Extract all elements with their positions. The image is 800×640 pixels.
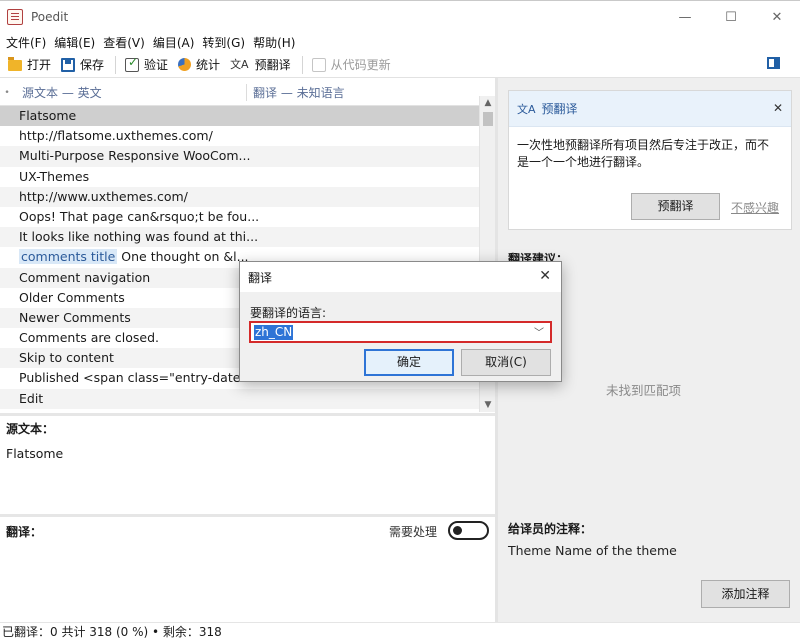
dialog-close-icon[interactable]: ✕ [539,268,551,284]
update-from-code-button[interactable]: 从代码更新 [308,54,395,76]
list-item[interactable]: It looks like nothing was found at thi..… [0,227,480,248]
list-item-text: One thought on &l... [121,249,249,265]
cancel-button[interactable]: 取消(C) [461,349,551,376]
list-item[interactable]: http://flatsome.uxthemes.com/ [0,126,480,146]
context-tag: comments title [19,249,118,265]
pane-divider[interactable] [0,413,495,416]
menu-view[interactable]: 查看(V) [101,34,151,51]
pretranslate-button[interactable]: 文A 预翻译 [226,54,295,76]
maximize-button[interactable]: ☐ [708,1,754,33]
close-icon[interactable]: ✕ [773,101,783,115]
pie-chart-icon [178,58,192,71]
language-value: zh_CN [254,325,294,340]
menu-catalog[interactable]: 编目(A) [151,34,201,51]
list-item[interactable]: UX-Themes [0,167,480,187]
ok-button[interactable]: 确定 [364,349,454,376]
pane-divider[interactable] [0,514,495,517]
notes-text: Theme Name of the theme [508,543,677,558]
translate-icon: 文A [230,57,249,71]
list-header: • 源文本 — 英文 翻译 — 未知语言 [0,80,495,106]
column-source[interactable]: 源文本 — 英文 [14,84,246,101]
column-marker: • [4,87,10,98]
toolbar-separator [301,55,303,74]
language-select[interactable]: zh_CN ﹀ [249,321,552,343]
translation-label: 翻译： [6,525,43,539]
scroll-thumb[interactable] [483,112,493,126]
minimize-button[interactable]: — [662,1,708,33]
dialog-body: 要翻译的语言: zh_CN ﹀ 确定 取消(C) [240,292,561,381]
translate-dialog: 翻译 ✕ 要翻译的语言: zh_CN ﹀ 确定 取消(C) [239,261,562,382]
toolbar: 打开 保存 验证 统计 文A 预翻译 从代码更新 [0,52,800,78]
update-from-code-label: 从代码更新 [330,58,391,72]
pretranslate-description-line: 一次性地预翻译所有项目然后专注于改正，而不 [517,138,770,152]
chevron-down-icon: ﹀ [534,328,544,339]
title-bar: Poedit — ☐ ✕ [0,0,800,32]
list-item[interactable]: Multi-Purpose Responsive WooCom... [0,146,480,167]
status-bar: 已翻译：0 共计 318 (0 %) • 剩余：318 [0,622,800,640]
poedit-app-icon [7,8,23,25]
scroll-down-icon[interactable]: ▼ [480,398,496,412]
validate-button[interactable]: 验证 [121,54,172,76]
pretranslate-label: 预翻译 [254,58,291,72]
translate-icon: 文A [517,102,536,116]
list-item[interactable]: Flatsome [0,106,480,127]
pretranslate-card-button[interactable]: 预翻译 [631,193,720,220]
checkbox-icon [125,55,140,72]
list-item[interactable]: Edit [0,388,480,409]
pretranslate-description-line: 是一个一个地进行翻译。 [517,155,650,169]
dialog-title: 翻译 [248,270,273,285]
menu-goto[interactable]: 转到(G) [200,34,251,51]
statistics-button[interactable]: 统计 [174,54,224,76]
toolbar-separator [115,55,117,74]
save-label: 保存 [80,58,105,72]
floppy-disk-icon [61,57,76,72]
refresh-icon [311,57,326,72]
sidebar-toggle-icon[interactable] [767,57,780,69]
source-label: 源文本： [6,422,55,436]
validate-label: 验证 [144,58,169,72]
list-item[interactable]: Oops! That page can&rsquo;t be fou... [0,207,480,227]
open-button[interactable]: 打开 [4,54,55,76]
no-match-text: 未找到匹配项 [606,383,682,398]
scroll-up-icon[interactable]: ▲ [480,96,496,110]
menu-bar: 文件(F) 编辑(E) 查看(V) 编目(A) 转到(G) 帮助(H) [0,32,800,52]
pretranslate-description: 一次性地预翻译所有项目然后专注于改正，而不 是一个一个地进行翻译。 [509,127,791,171]
source-text: Flatsome [6,446,64,461]
language-label: 要翻译的语言: [250,306,327,320]
statistics-label: 统计 [196,58,221,72]
menu-help[interactable]: 帮助(H) [251,34,301,51]
not-interested-link[interactable]: 不感兴趣 [731,199,779,216]
add-comment-button[interactable]: 添加注释 [701,580,790,608]
window-title: Poedit [31,9,69,24]
save-button[interactable]: 保存 [57,54,108,76]
list-item[interactable]: http://www.uxthemes.com/ [0,186,480,207]
window-controls: — ☐ ✕ [662,1,800,33]
column-translation[interactable]: 翻译 — 未知语言 [246,84,345,101]
folder-icon [8,57,22,71]
needs-work-toggle[interactable] [448,521,489,540]
notes-label: 给译员的注释： [508,522,593,536]
pretranslate-card-header: 文A 预翻译 ✕ [509,91,791,127]
pretranslate-card-title: 预翻译 [541,102,578,116]
close-window-button[interactable]: ✕ [754,1,800,33]
needs-work-label: 需要处理 [389,525,438,539]
pretranslate-card: 文A 预翻译 ✕ 一次性地预翻译所有项目然后专注于改正，而不 是一个一个地进行翻… [508,90,792,230]
menu-file[interactable]: 文件(F) [4,34,52,51]
open-label: 打开 [27,58,52,72]
menu-edit[interactable]: 编辑(E) [52,34,101,51]
